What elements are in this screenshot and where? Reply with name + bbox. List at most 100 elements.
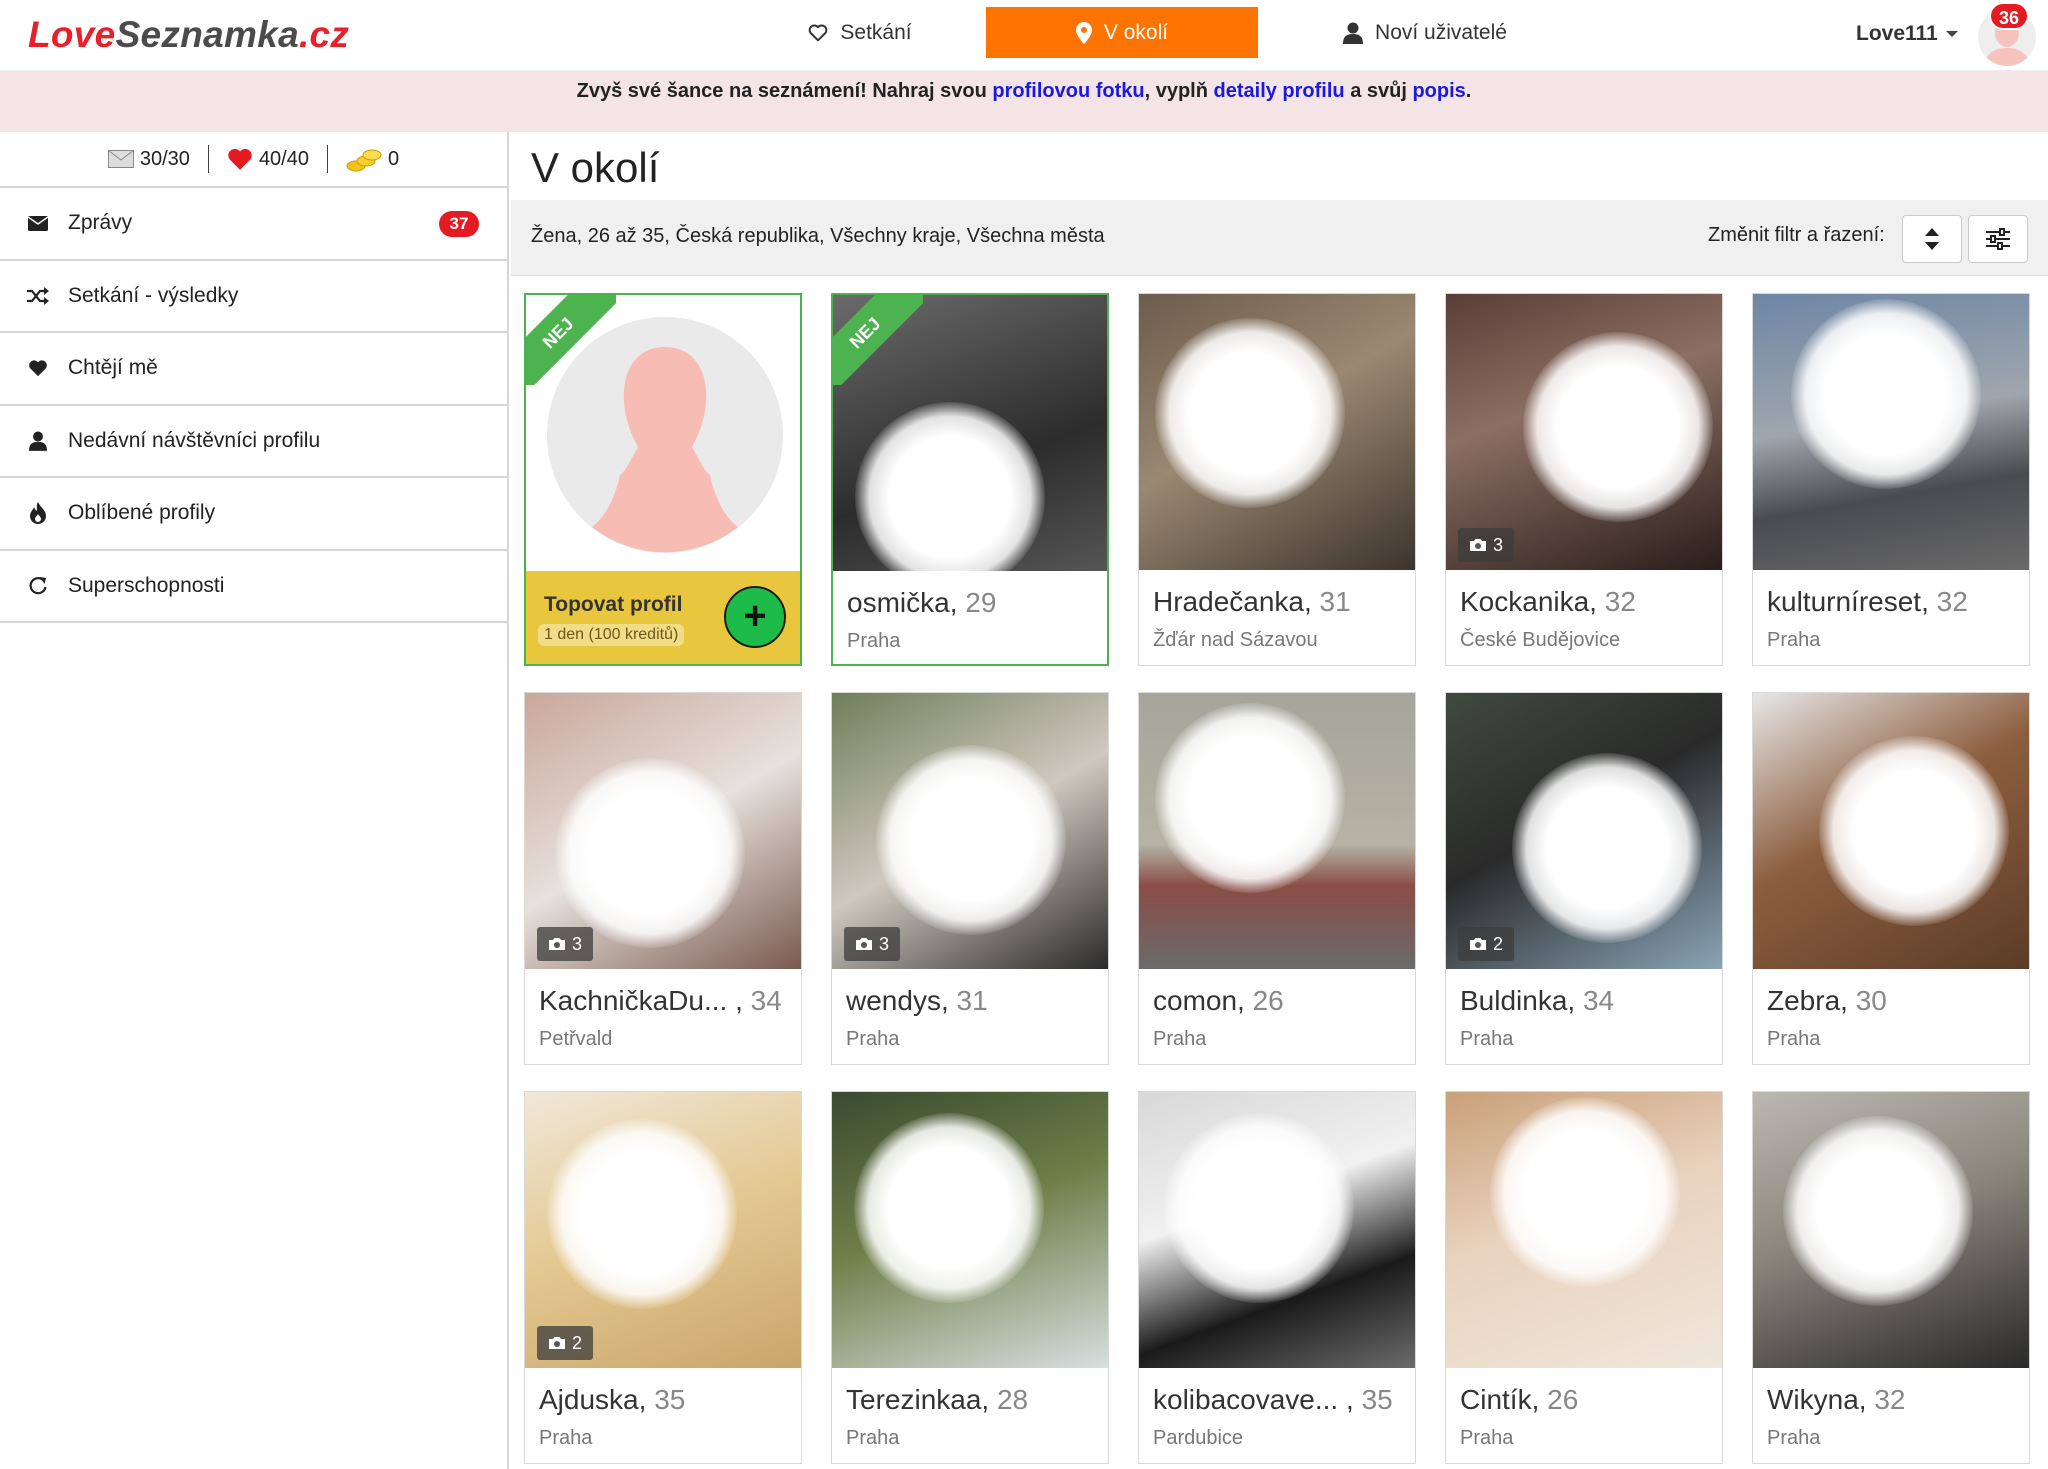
nav-v-okoli-label: V okolí [1103, 20, 1169, 44]
profile-name: Cintík, [1460, 1384, 1540, 1415]
face-blur [854, 401, 1045, 571]
profile-name: comon, [1153, 985, 1245, 1016]
sidebar-item-label: Nedávní návštěvníci profilu [68, 428, 321, 452]
profile-name-age: wendys, 31 [846, 985, 988, 1017]
profile-city: Praha [1767, 629, 1821, 651]
profile-name-age: Ajduska, 35 [539, 1384, 685, 1416]
profile-city: Praha [1767, 1427, 1821, 1449]
profile-name-age: Zebra, 30 [1767, 985, 1887, 1017]
username: Love111 [1856, 22, 1938, 45]
profile-card[interactable]: Cintík, 26 Praha [1445, 1091, 1723, 1464]
profile-card[interactable]: Hradečanka, 31 Žďár nad Sázavou [1138, 293, 1416, 666]
face-blur [1163, 1113, 1354, 1304]
profile-photo: 3 [525, 693, 801, 969]
filter-settings-button[interactable] [1968, 215, 2028, 263]
profile-age: 31 [956, 985, 988, 1016]
sidebar-item-label: Chtějí mě [68, 356, 158, 380]
photo-count: 2 [1492, 933, 1503, 954]
nav-setkani[interactable]: Setkání [760, 7, 960, 58]
sidebar-item-nedavni-navstevnici[interactable]: Nedávní návštěvníci profilu [0, 406, 507, 478]
profile-city: Praha [847, 630, 901, 652]
profile-city: Praha [1153, 1028, 1207, 1050]
promo-text-mid1: , vyplň [1144, 80, 1214, 102]
profile-photo [1753, 294, 2029, 570]
promo-text-suffix: . [1465, 80, 1472, 102]
nav-v-okoli[interactable]: V okolí [986, 7, 1258, 58]
top-navigation-bar: LoveSeznamka.cz Setkání V okolí Noví uži… [0, 0, 2048, 71]
sort-button[interactable] [1902, 215, 1962, 263]
promo-link-profile-details[interactable]: detaily profilu [1214, 80, 1345, 102]
profile-name: Wikyna, [1767, 1384, 1867, 1415]
chevron-down-icon [1945, 31, 1958, 37]
user-icon [1343, 22, 1364, 44]
profile-name: Buldinka, [1460, 985, 1576, 1016]
sidebar-item-superschopnosti[interactable]: Superschopnosti [0, 551, 507, 623]
promo-text-mid2: a svůj [1344, 80, 1413, 102]
camera-icon [548, 1337, 565, 1349]
face-blur [546, 1118, 737, 1309]
face-blur [1155, 318, 1346, 508]
profile-card[interactable]: kolibacovave... , 35 Pardubice [1138, 1091, 1416, 1464]
shuffle-icon [26, 284, 50, 308]
profile-city: Praha [1460, 1028, 1514, 1050]
profile-card[interactable]: Terezinkaa, 28 Praha [831, 1091, 1109, 1464]
profile-card[interactable]: 3 KachničkaDu... , 34 Petřvald [524, 692, 802, 1065]
heart-icon [26, 356, 50, 380]
face-blur [1512, 752, 1703, 943]
nav-novi-uzivatele[interactable]: Noví uživatelé [1320, 7, 1530, 58]
nej-ribbon-label: NEJ [833, 295, 923, 385]
filter-bar: Žena, 26 až 35, Česká republika, Všechny… [511, 200, 2048, 276]
photo-count-badge: 3 [844, 927, 900, 961]
messages-count: 30/30 [139, 147, 190, 170]
profile-card[interactable]: 2 Buldinka, 34 Praha [1445, 692, 1723, 1065]
profile-name: Ajduska, [539, 1384, 647, 1415]
photo-count-badge: 3 [1458, 528, 1514, 562]
logo-part-love: Love [28, 14, 116, 55]
face-blur [555, 758, 746, 949]
nej-ribbon: NEJ [526, 295, 616, 385]
top-profile-title: Topovat profil [544, 593, 683, 616]
face-blur [1783, 1116, 1974, 1306]
profile-name: osmička, [847, 587, 958, 618]
promo-link-profile-photo[interactable]: profilovou fotku [992, 80, 1144, 102]
profile-photo [1139, 693, 1415, 969]
add-top-profile-button[interactable]: + [724, 586, 786, 648]
profile-card[interactable]: Wikyna, 32 Praha [1752, 1091, 2030, 1464]
sidebar-item-setkani-vysledky[interactable]: Setkání - výsledky [0, 261, 507, 333]
profile-age: 29 [965, 587, 997, 618]
profile-city: Praha [1460, 1427, 1514, 1449]
sidebar-item-label: Oblíbené profily [68, 501, 216, 525]
profile-name-age: Hradečanka, 31 [1153, 586, 1351, 618]
sidebar-item-chteji-me[interactable]: Chtějí mě [0, 333, 507, 406]
profile-age: 31 [1319, 586, 1351, 617]
profile-age: 32 [1936, 586, 1968, 617]
refresh-icon [26, 574, 50, 598]
promo-link-description[interactable]: popis [1412, 80, 1465, 102]
profile-card[interactable]: 3 wendys, 31 Praha [831, 692, 1109, 1065]
top-profile-card[interactable]: NEJ Topovat profil 1 den (100 kreditů) + [524, 293, 802, 666]
nav-novi-uzivatele-label: Noví uživatelé [1375, 20, 1507, 44]
sliders-icon [1986, 228, 2010, 250]
sidebar-item-zpravy[interactable]: Zprávy 37 [0, 188, 507, 261]
sidebar-item-oblibene-profily[interactable]: Oblíbené profily [0, 478, 507, 551]
face-blur [1819, 736, 2010, 927]
user-menu[interactable]: Love111 [1856, 22, 1958, 46]
profile-city: Praha [846, 1427, 900, 1449]
profile-photo-placeholder: NEJ [526, 295, 800, 571]
notification-badge[interactable]: 36 [1989, 2, 2029, 30]
profile-card[interactable]: NEJ osmička, 29 Praha [831, 293, 1109, 666]
profile-card[interactable]: 3 Kockanika, 32 České Budějovice [1445, 293, 1723, 666]
camera-icon [1469, 539, 1486, 551]
logo-part-tld: .cz [298, 14, 350, 55]
profile-name-age: comon, 26 [1153, 985, 1284, 1017]
profile-age: 30 [1855, 985, 1887, 1016]
profile-age: 34 [750, 985, 782, 1016]
profile-card[interactable]: kulturníreset, 32 Praha [1752, 293, 2030, 666]
profile-photo: 2 [1446, 693, 1722, 969]
profile-card[interactable]: comon, 26 Praha [1138, 692, 1416, 1065]
profile-card[interactable]: 2 Ajduska, 35 Praha [524, 1091, 802, 1464]
profile-card[interactable]: Zebra, 30 Praha [1752, 692, 2030, 1065]
site-logo[interactable]: LoveSeznamka.cz [28, 14, 349, 56]
top-profile-promo: Topovat profil 1 den (100 kreditů) + [526, 571, 800, 664]
profile-name: kolibacovave... , [1153, 1384, 1354, 1415]
